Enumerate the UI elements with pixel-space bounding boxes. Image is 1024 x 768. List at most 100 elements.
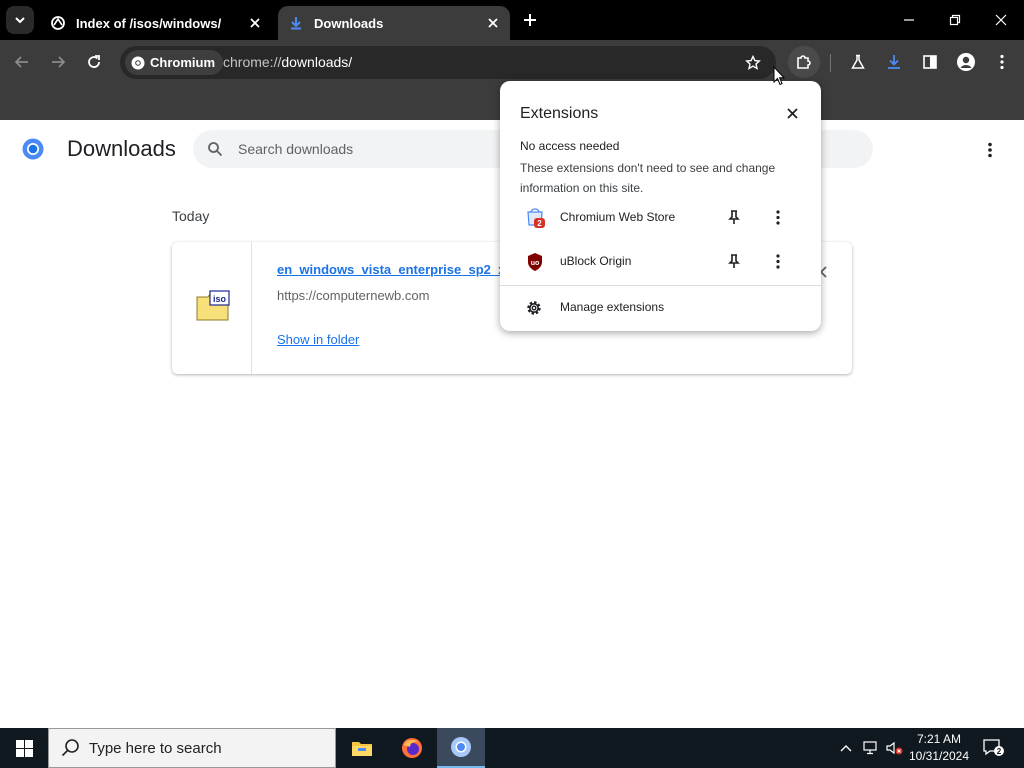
tab-title: Downloads (314, 15, 384, 31)
extension-row-web-store[interactable]: 2 Chromium Web Store (500, 198, 821, 238)
back-button[interactable] (8, 48, 36, 76)
address-bar[interactable]: Chromium chrome://downloads/ (120, 46, 776, 79)
windows-taskbar: Type here to search 7:21 AM 10/31/2024 2 (0, 728, 1024, 768)
extensions-popup: Extensions No access needed These extens… (500, 81, 821, 331)
notification-count: 2 (997, 747, 1002, 756)
show-hidden-icons-button[interactable] (836, 728, 856, 768)
download-icon (888, 55, 900, 69)
extension-more-button[interactable] (768, 207, 788, 227)
chip-label: Chromium (150, 55, 215, 70)
downloads-toolbar-button[interactable] (880, 48, 908, 76)
reload-button[interactable] (80, 48, 108, 76)
url-text: chrome://downloads/ (223, 54, 353, 70)
forward-button[interactable] (44, 48, 72, 76)
manage-extensions-label: Manage extensions (560, 300, 665, 314)
toolbar-separator (830, 54, 831, 72)
extension-name: uBlock Origin (560, 254, 632, 268)
taskbar-search-box[interactable]: Type here to search (48, 728, 336, 768)
labs-button[interactable] (844, 48, 872, 76)
section-description: These extensions don't need to see and c… (520, 161, 776, 195)
popup-title: Extensions (520, 105, 599, 122)
close-window-button[interactable] (978, 0, 1024, 40)
profile-button[interactable] (952, 48, 980, 76)
site-icon (50, 15, 66, 31)
network-icon (863, 741, 877, 755)
extension-name: Chromium Web Store (560, 210, 676, 224)
avatar-icon (957, 53, 975, 71)
search-icon (61, 739, 79, 757)
restore-icon (949, 14, 961, 26)
clock-date: 10/31/2024 (908, 749, 970, 763)
browser-toolbar: Chromium chrome://downloads/ (0, 40, 1024, 84)
taskbar-search-placeholder: Type here to search (89, 739, 222, 757)
network-tray-button[interactable] (860, 728, 882, 768)
side-panel-icon (923, 55, 937, 69)
chromium-logo-icon (451, 737, 471, 757)
extension-badge-count: 2 (537, 219, 542, 228)
web-store-icon: 2 (527, 208, 545, 228)
manage-extensions-button[interactable]: Manage extensions (500, 291, 821, 325)
download-icon-column: iso (172, 242, 252, 374)
clock-time: 7:21 AM (916, 732, 962, 746)
downloaded-file-link[interactable]: en_windows_vista_enterprise_sp2_x86 (277, 262, 520, 277)
pin-extension-button[interactable] (724, 207, 744, 227)
notification-icon: 2 (983, 739, 1004, 756)
chromium-logo-icon (131, 56, 145, 69)
kebab-menu-icon (1000, 54, 1004, 70)
close-icon (995, 14, 1007, 26)
ublock-icon: uo (528, 253, 542, 271)
page-menu-button[interactable] (978, 138, 1002, 162)
tab-strip: Index of /isos/windows/ Downloads (0, 0, 1024, 40)
firefox-icon (402, 738, 422, 758)
windows-logo-icon (15, 739, 33, 757)
new-tab-button[interactable] (518, 8, 542, 32)
iso-file-icon: iso (196, 290, 230, 321)
show-in-folder-link[interactable]: Show in folder (277, 332, 359, 347)
tab-downloads[interactable]: Downloads (278, 6, 510, 40)
close-tab-icon[interactable] (244, 12, 266, 34)
pin-extension-button[interactable] (724, 251, 744, 271)
tab-search-button[interactable] (6, 6, 34, 34)
download-source-url: https://computernewb.com (277, 288, 430, 303)
extension-row-ublock[interactable]: uo uBlock Origin (500, 242, 821, 282)
kebab-menu-icon (776, 253, 780, 269)
chevron-down-icon (15, 17, 25, 24)
side-panel-button[interactable] (916, 48, 944, 76)
extensions-button[interactable] (788, 46, 820, 78)
minimize-icon (904, 19, 914, 21)
notifications-button[interactable]: 2 (980, 728, 1008, 768)
close-icon (786, 107, 798, 119)
extension-more-button[interactable] (768, 251, 788, 271)
svg-text:uo: uo (531, 260, 540, 267)
speaker-muted-icon (886, 741, 903, 755)
close-tab-icon[interactable] (482, 12, 504, 34)
star-icon (745, 55, 761, 70)
pin-icon (728, 209, 740, 224)
file-explorer-taskbar-button[interactable] (338, 728, 386, 768)
search-icon (208, 142, 223, 157)
flask-icon (851, 54, 865, 69)
close-popup-button[interactable] (782, 103, 802, 123)
kebab-menu-icon (988, 142, 992, 158)
site-info-chip[interactable]: Chromium (125, 50, 223, 75)
arrow-right-icon (52, 56, 66, 68)
kebab-menu-icon (776, 209, 780, 225)
bookmark-star-button[interactable] (742, 52, 764, 74)
chromium-logo-icon (22, 138, 44, 160)
chromium-taskbar-button[interactable] (437, 728, 485, 768)
start-button[interactable] (0, 728, 48, 768)
reload-icon (88, 55, 100, 68)
restore-button[interactable] (932, 0, 978, 40)
minimize-button[interactable] (886, 0, 932, 40)
firefox-taskbar-button[interactable] (388, 728, 436, 768)
chevron-up-icon (840, 745, 852, 752)
tab-index-isos[interactable]: Index of /isos/windows/ (40, 6, 272, 40)
pin-icon (728, 253, 740, 268)
plus-icon (524, 14, 536, 26)
taskbar-clock[interactable]: 7:21 AM 10/31/2024 (904, 731, 974, 765)
browser-menu-button[interactable] (988, 48, 1016, 76)
popup-divider (500, 285, 821, 286)
svg-text:iso: iso (213, 294, 227, 304)
section-title: No access needed (520, 139, 620, 153)
volume-tray-button[interactable] (884, 728, 906, 768)
